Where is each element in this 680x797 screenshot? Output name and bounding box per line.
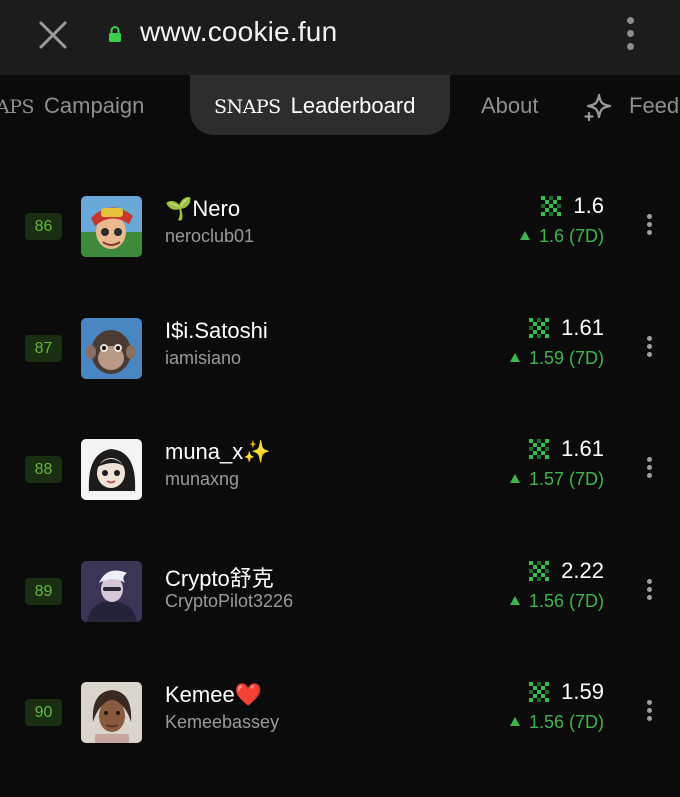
address-bar-url[interactable]: www.cookie.fun [140,16,337,48]
user-handle: neroclub01 [165,226,255,246]
score-value: 1.61 [561,315,604,340]
snaps-logo-text: SNAPS [214,96,281,118]
leaderboard-row[interactable]: 89 Crypto舒克 CryptoPilot3226 2.22 1.56 (7… [0,551,680,672]
up-arrow-icon [509,353,520,362]
cookie-score-icon [529,439,550,459]
close-icon[interactable] [37,19,69,51]
rank-badge: 90 [25,699,62,726]
cookie-score-icon [541,196,562,216]
score: 1.59 [526,677,604,707]
score-value: 1.61 [561,436,604,461]
avatar[interactable] [81,561,142,622]
row-menu-icon[interactable] [645,457,653,481]
avatar[interactable] [81,196,142,257]
row-menu-icon[interactable] [645,579,653,603]
browser-menu-icon[interactable] [624,17,636,51]
cookie-score-icon [529,318,550,338]
score-change: 1.59 (7D) [509,348,604,369]
tab-leaderboard[interactable]: SNAPS Leaderboard [214,93,415,119]
tab-label: Feed [629,93,680,118]
score-change: 1.6 (7D) [519,226,604,247]
lock-icon [109,26,121,42]
user-handle: iamisiano [165,348,242,368]
score-change: 1.56 (7D) [509,591,604,612]
leaderboard-row[interactable]: 87 I$i.Satoshi iamisiano 1.61 1.59 (7D) [0,308,680,429]
cookie-score-icon [529,561,550,581]
up-arrow-icon [519,231,530,240]
rank-badge: 88 [25,456,62,483]
up-arrow-icon [509,717,520,726]
score-change-value: 1.56 (7D) [528,591,604,611]
score: 1.61 [526,434,604,464]
section-tabs: APS Campaign SNAPS Leaderboard About Feed [0,75,680,145]
leaderboard-row[interactable]: 86 🌱Nero neroclub01 1.6 1.6 (7D) [0,186,680,307]
user-display-name: 🌱Nero [165,196,241,221]
user-handle: Kemeebassey [165,712,280,732]
score-change-value: 1.59 (7D) [528,348,604,368]
rank-badge: 86 [25,213,62,240]
score-value: 1.6 [573,193,604,218]
user-handle: munaxng [165,469,240,489]
row-menu-icon[interactable] [645,336,653,360]
user-display-name: Kemee❤️ [165,682,263,707]
tab-feed[interactable]: Feed [629,93,679,119]
leaderboard-row[interactable]: 88 muna_x✨ munaxng 1.61 1.57 (7D) [0,429,680,550]
avatar[interactable] [81,439,142,500]
avatar[interactable] [81,682,142,743]
user-display-name: muna_x✨ [165,439,271,464]
score-change-value: 1.56 (7D) [528,712,604,732]
leaderboard-row[interactable]: 90 Kemee❤️ Kemeebassey 1.59 1.56 (7D) [0,672,680,793]
rank-badge: 87 [25,335,62,362]
score-change-value: 1.6 (7D) [538,226,604,246]
score: 1.61 [526,313,604,343]
up-arrow-icon [509,474,520,483]
tab-label: About [481,93,539,118]
snaps-logo-text: APS [0,96,35,118]
score: 2.22 [526,556,604,586]
up-arrow-icon [509,596,520,605]
score-change: 1.56 (7D) [509,712,604,733]
cookie-score-icon [529,682,550,702]
tab-about[interactable]: About [481,93,539,119]
score-value: 1.59 [561,679,604,704]
score-change: 1.57 (7D) [509,469,604,490]
tab-label: Leaderboard [290,93,416,118]
row-menu-icon[interactable] [645,700,653,724]
row-menu-icon[interactable] [645,214,653,238]
avatar[interactable] [81,318,142,379]
sparkle-icon [584,93,612,122]
browser-toolbar: www.cookie.fun [0,0,680,75]
tab-campaign[interactable]: APS Campaign [0,93,144,119]
score-value: 2.22 [561,558,604,583]
user-display-name: I$i.Satoshi [165,318,268,343]
rank-badge: 89 [25,578,62,605]
score: 1.6 [538,191,604,221]
user-display-name: Crypto舒克 [165,566,274,591]
user-handle: CryptoPilot3226 [165,591,294,611]
score-change-value: 1.57 (7D) [528,469,604,489]
tab-label: Campaign [44,93,145,118]
